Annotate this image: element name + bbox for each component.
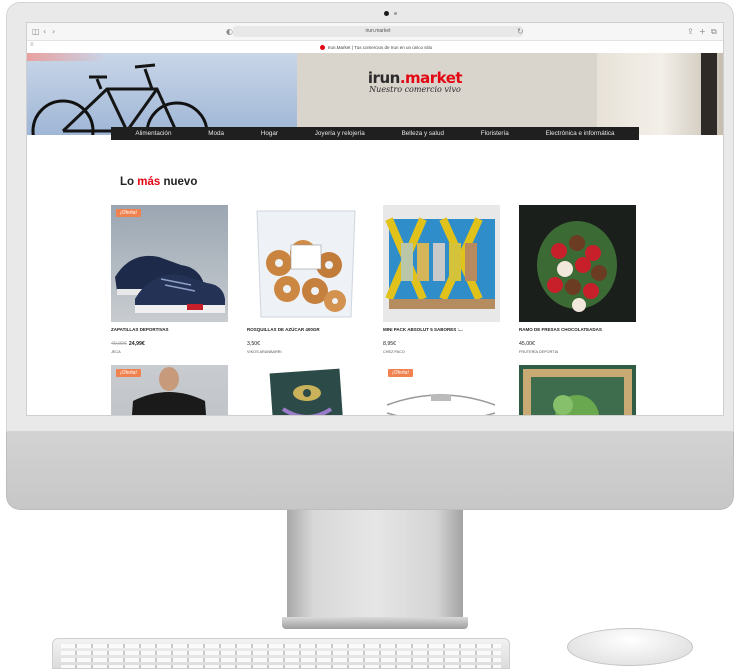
nav-item-electronica[interactable]: Electrónica e informática — [546, 127, 615, 140]
product-name[interactable]: ROSQUILLAS DE AZÚCAR 400GR — [247, 327, 364, 332]
product-vendor[interactable]: CHEZ PACO — [383, 350, 405, 354]
product-price: 49,99€ 24,99€ — [111, 341, 145, 347]
product-name[interactable]: MINI PACK ABSOLUT 5 SABORES :... — [383, 327, 500, 332]
product-image-book[interactable] — [247, 365, 364, 415]
product-vendor[interactable]: VIKOS ARANBARRI — [247, 350, 282, 354]
nav-item-floristeria[interactable]: Floristería — [481, 127, 509, 140]
offer-badge: ¡Oferta! — [116, 209, 141, 217]
stage: ◫ ‹ › ◐ irun.market ↻ ⇪ + ⧉ ≡ Irun.Marke… — [0, 0, 734, 669]
camera-led — [394, 12, 397, 15]
product-name[interactable]: ZAPATILLAS DEPORTIVAS — [111, 327, 228, 332]
share-icon[interactable]: ⇪ — [687, 27, 694, 36]
imac-stand — [287, 510, 463, 618]
product-sale-price: 8,95€ — [383, 341, 396, 347]
screen: ◫ ‹ › ◐ irun.market ↻ ⇪ + ⧉ ≡ Irun.Marke… — [26, 22, 724, 416]
nav-item-alimentacion[interactable]: Alimentación — [135, 127, 171, 140]
section-title-suffix: nuevo — [160, 176, 198, 188]
tabs-overview-icon[interactable]: ⧉ — [711, 27, 717, 36]
product-image-strawberries[interactable] — [519, 205, 636, 322]
section-title-highlight: más — [137, 176, 161, 188]
product-image-absolut[interactable] — [383, 205, 500, 322]
hero-banner: irun.market Nuestro comercio vivo — [27, 53, 723, 135]
section-title-prefix: Lo — [120, 176, 138, 188]
product-price: 45,00€ — [519, 341, 535, 347]
notice-text: Irun.Market | Tus comercios de Irun en u… — [327, 45, 433, 50]
product-image-sneakers[interactable]: ¡Oferta! — [111, 205, 228, 322]
product-image-plants[interactable] — [519, 365, 636, 415]
logo-tagline: Nuestro comercio vivo — [369, 85, 461, 94]
product-image-rosquillas[interactable] — [247, 205, 364, 322]
product-price: 8,95€ — [383, 341, 396, 347]
browser-toolbar: ◫ ‹ › ◐ irun.market ↻ ⇪ + ⧉ — [27, 23, 723, 41]
new-tab-icon[interactable]: + — [699, 27, 706, 36]
address-bar[interactable]: irun.market — [233, 26, 523, 37]
mouse — [567, 628, 693, 666]
nav-item-moda[interactable]: Moda — [208, 127, 224, 140]
product-image-bracelet[interactable]: ¡Oferta! — [383, 365, 500, 415]
hero-bicycle-image — [27, 53, 297, 135]
reload-icon[interactable]: ↻ — [517, 27, 524, 36]
back-icon[interactable]: ‹ — [43, 27, 46, 36]
product-name[interactable]: RAMO DE FRESAS CHOCOLATEADAS — [519, 327, 636, 332]
product-price: 3,50€ — [247, 341, 260, 347]
product-old-price: 49,99€ — [111, 341, 127, 347]
offer-badge: ¡Oferta! — [116, 369, 141, 377]
offer-badge: ¡Oferta! — [388, 369, 413, 377]
product-vendor[interactable]: JECA — [111, 350, 121, 354]
imac-chin — [6, 432, 734, 510]
main-nav: Alimentación Moda Hogar Joyería y reloje… — [111, 127, 639, 140]
section-title: Lo más nuevo — [120, 176, 197, 188]
product-sale-price: 45,00€ — [519, 341, 535, 347]
product-image-jacket[interactable]: ¡Oferta! — [111, 365, 228, 415]
keyboard — [52, 638, 510, 669]
product-sale-price: 3,50€ — [247, 341, 260, 347]
hero-center-panel — [297, 53, 597, 135]
nav-item-joyeria[interactable]: Joyería y relojería — [315, 127, 365, 140]
forward-icon[interactable]: › — [52, 27, 55, 36]
product-vendor[interactable]: FRUTERÍA DEPORTIA — [519, 350, 558, 354]
privacy-shield-icon[interactable]: ◐ — [226, 27, 233, 36]
notice-bar: Irun.Market | Tus comercios de Irun en u… — [27, 43, 723, 53]
site-logo[interactable]: irun.market Nuestro comercio vivo — [360, 69, 470, 94]
notice-dot-icon — [319, 45, 325, 51]
hero-right-image — [597, 53, 723, 135]
nav-item-hogar[interactable]: Hogar — [261, 127, 278, 140]
product-sale-price: 24,99€ — [128, 341, 145, 347]
nav-item-belleza[interactable]: Belleza y salud — [402, 127, 444, 140]
imac-stand-base — [282, 617, 468, 629]
camera-icon — [384, 11, 389, 16]
sidebar-toggle-icon[interactable]: ◫ — [32, 27, 40, 36]
